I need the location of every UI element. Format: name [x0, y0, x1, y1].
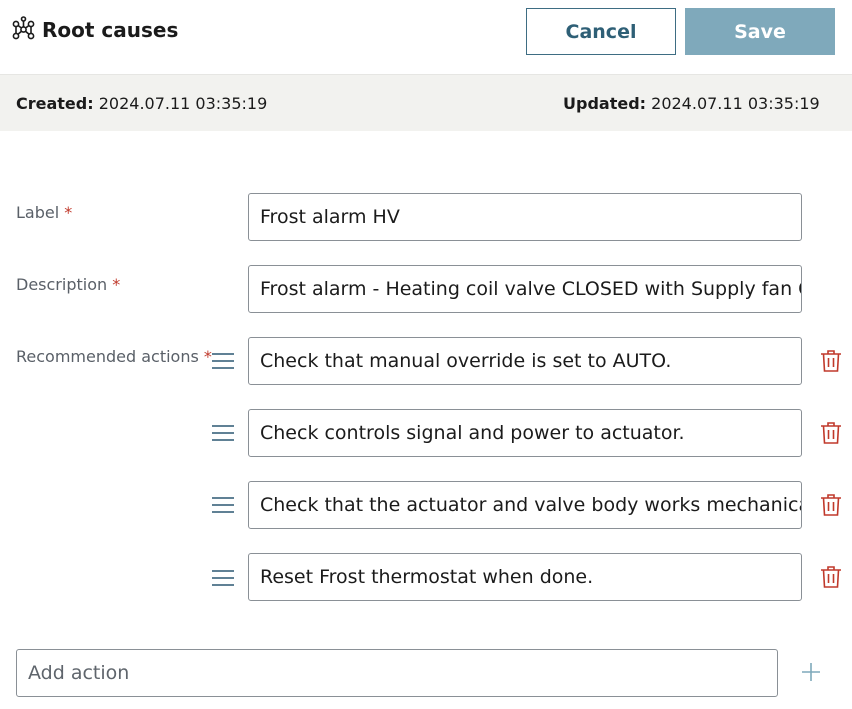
updated-info: Updated: 2024.07.11 03:35:19	[563, 94, 820, 113]
trash-icon[interactable]	[820, 565, 842, 589]
trash-icon[interactable]	[820, 493, 842, 517]
required-marker: *	[112, 275, 121, 294]
label-field-label: Label *	[16, 203, 72, 222]
drag-handle-icon[interactable]	[211, 421, 235, 445]
description-input[interactable]: Frost alarm - Heating coil valve CLOSED …	[248, 265, 802, 313]
save-button[interactable]: Save	[685, 8, 835, 55]
label-input[interactable]: Frost alarm HV	[248, 193, 802, 241]
required-marker: *	[64, 203, 73, 222]
recommended-actions-label: Recommended actions *	[16, 347, 212, 366]
recommended-actions-label-text: Recommended actions	[16, 347, 199, 366]
add-action-input[interactable]: Add action	[16, 649, 778, 697]
trash-icon[interactable]	[820, 349, 842, 373]
created-value: 2024.07.11 03:35:19	[98, 94, 268, 113]
action-input[interactable]: Reset Frost thermostat when done.	[248, 553, 802, 601]
action-input[interactable]: Check controls signal and power to actua…	[248, 409, 802, 457]
trash-icon[interactable]	[820, 421, 842, 445]
title-wrap: Root causes	[10, 16, 178, 43]
header: Root causes Cancel Save	[0, 0, 852, 74]
drag-handle-icon[interactable]	[211, 493, 235, 517]
plus-icon[interactable]	[800, 661, 822, 683]
action-input[interactable]: Check that manual override is set to AUT…	[248, 337, 802, 385]
label-field-label-text: Label	[16, 203, 60, 222]
action-input[interactable]: Check that the actuator and valve body w…	[248, 481, 802, 529]
network-icon	[12, 16, 35, 40]
description-field-label-text: Description	[16, 275, 108, 294]
drag-handle-icon[interactable]	[211, 566, 235, 590]
page-title: Root causes	[42, 17, 179, 42]
cancel-button[interactable]: Cancel	[526, 8, 676, 55]
drag-handle-icon[interactable]	[211, 349, 235, 373]
updated-label: Updated:	[563, 94, 647, 113]
description-field-label: Description *	[16, 275, 120, 294]
created-label: Created:	[16, 94, 94, 113]
updated-value: 2024.07.11 03:35:19	[651, 94, 820, 113]
created-info: Created: 2024.07.11 03:35:19	[16, 94, 267, 113]
meta-bar: Created: 2024.07.11 03:35:19 Updated: 20…	[0, 74, 852, 131]
